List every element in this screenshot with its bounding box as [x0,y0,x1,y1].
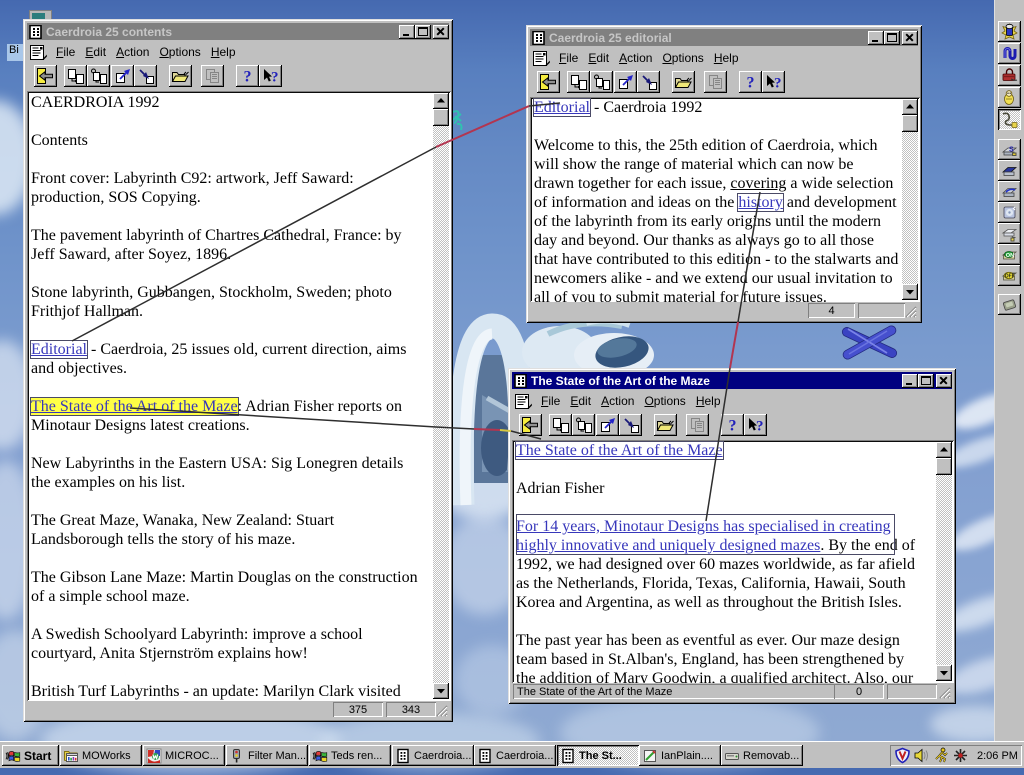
svg-text:?: ? [746,75,754,91]
svg-text:OFF: OFF [1005,274,1015,280]
svg-text:?: ? [271,70,279,85]
svg-text:?: ? [243,69,251,85]
svg-text:?: ? [774,76,782,91]
svg-text:?: ? [756,419,764,434]
svg-text:ON: ON [1006,253,1014,259]
svg-text:S: S [1009,147,1014,154]
svg-text:?: ? [728,418,736,434]
